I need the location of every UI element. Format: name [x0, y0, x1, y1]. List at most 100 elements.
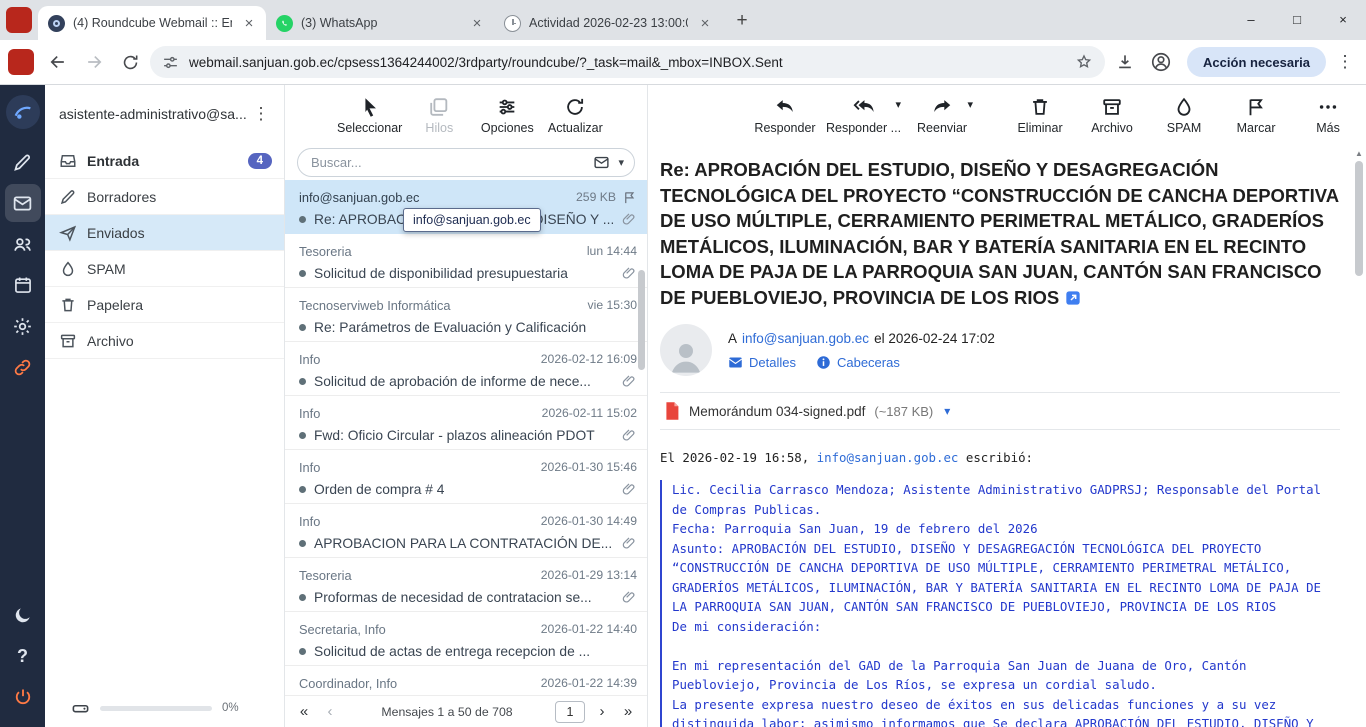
- back-button[interactable]: [42, 46, 74, 78]
- forward-button[interactable]: ▾ Reenviar: [911, 96, 973, 135]
- attachment-paperclip-icon: [621, 535, 637, 551]
- list-scrollbar[interactable]: [638, 270, 645, 370]
- reply-button[interactable]: Responder: [754, 96, 816, 135]
- more-button[interactable]: Más: [1297, 96, 1359, 135]
- message-row[interactable]: Info 2026-01-30 14:49 APROBACION PARA LA…: [285, 504, 647, 558]
- attachment-menu-caret-icon[interactable]: ▾: [944, 404, 950, 418]
- threads-label: Hilos: [425, 121, 453, 135]
- dark-mode-toggle[interactable]: [5, 596, 41, 634]
- external-link-icon[interactable]: [1065, 290, 1081, 306]
- details-link[interactable]: Detalles: [728, 355, 796, 370]
- folder-trash[interactable]: Papelera: [45, 287, 284, 323]
- site-settings-icon[interactable]: [162, 54, 179, 71]
- mail-nav-button[interactable]: [5, 184, 41, 222]
- folder-label: SPAM: [87, 261, 126, 277]
- options-button[interactable]: Opciones: [476, 96, 538, 135]
- quote-intro-email[interactable]: info@sanjuan.gob.ec: [817, 450, 959, 465]
- message-row[interactable]: Info 2026-01-30 15:46 Orden de compra # …: [285, 450, 647, 504]
- logout-button[interactable]: [5, 678, 41, 716]
- tab-whatsapp[interactable]: (3) WhatsApp ×: [266, 6, 494, 40]
- search-scope-caret-icon[interactable]: ▾: [618, 156, 624, 169]
- message-row[interactable]: Tesoreria lun 14:44 Solicitud de disponi…: [285, 234, 647, 288]
- contacts-nav-button[interactable]: [5, 225, 41, 263]
- page-number-input[interactable]: [555, 701, 585, 723]
- first-page-button[interactable]: «: [295, 703, 313, 720]
- attachment-row[interactable]: Memorándum 034-signed.pdf (~187 KB) ▾: [660, 392, 1340, 430]
- address-bar[interactable]: webmail.sanjuan.gob.ec/cpsess1364244002/…: [150, 46, 1105, 78]
- folder-spam[interactable]: SPAM: [45, 251, 284, 287]
- mail-scrollbar[interactable]: ▲: [1353, 147, 1365, 727]
- archive-button[interactable]: Archivo: [1081, 96, 1143, 135]
- webmail-logo: [6, 95, 40, 129]
- threads-button[interactable]: Hilos: [408, 96, 470, 135]
- calendar-nav-button[interactable]: [5, 266, 41, 304]
- message-row[interactable]: Secretaria, Info 2026-01-22 14:40 Solici…: [285, 612, 647, 666]
- url-text[interactable]: webmail.sanjuan.gob.ec/cpsess1364244002/…: [189, 55, 1065, 70]
- bookmark-star-icon[interactable]: [1075, 53, 1093, 71]
- next-page-button[interactable]: ›: [593, 703, 611, 720]
- tab-close-icon[interactable]: ×: [468, 15, 486, 32]
- message-status-dot[interactable]: [299, 540, 306, 547]
- message-status-dot[interactable]: [299, 594, 306, 601]
- flag-icon[interactable]: [622, 190, 637, 205]
- search-scope-mail-icon[interactable]: [593, 154, 610, 171]
- delete-button[interactable]: Eliminar: [1009, 96, 1071, 135]
- prev-page-button[interactable]: ‹: [321, 703, 339, 720]
- headers-link[interactable]: Cabeceras: [816, 355, 900, 370]
- search-input[interactable]: [311, 155, 585, 170]
- tab-close-icon[interactable]: ×: [240, 15, 258, 32]
- folder-archive[interactable]: Archivo: [45, 323, 284, 359]
- profile-button[interactable]: [1145, 46, 1177, 78]
- message-status-dot[interactable]: [299, 432, 306, 439]
- quota-meter: 0%: [45, 689, 284, 727]
- message-status-dot[interactable]: [299, 648, 306, 655]
- message-row[interactable]: Info 2026-02-12 16:09 Solicitud de aprob…: [285, 342, 647, 396]
- settings-nav-button[interactable]: [5, 307, 41, 345]
- tab-roundcube[interactable]: (4) Roundcube Webmail :: Envia ×: [38, 6, 266, 40]
- recipient-link[interactable]: info@sanjuan.gob.ec: [742, 331, 869, 346]
- message-status-dot[interactable]: [299, 378, 306, 385]
- tab-close-icon[interactable]: ×: [696, 15, 714, 32]
- scroll-up-arrow-icon[interactable]: ▲: [1355, 149, 1363, 158]
- message-subject: APROBACION PARA LA CONTRATACIÓN DE...: [314, 536, 613, 551]
- compose-button[interactable]: [5, 143, 41, 181]
- inbox-icon: [59, 152, 77, 170]
- tab-actividad[interactable]: Actividad 2026-02-23 13:00:00 ×: [494, 6, 722, 40]
- folder-options-button[interactable]: ⋮: [248, 104, 274, 124]
- mail-scrollbar-thumb[interactable]: [1355, 161, 1363, 276]
- message-status-dot[interactable]: [299, 324, 306, 331]
- minimize-button[interactable]: –: [1228, 0, 1274, 38]
- message-row[interactable]: Tesoreria 2026-01-29 13:14 Proformas de …: [285, 558, 647, 612]
- message-row[interactable]: Info 2026-02-11 15:02 Fwd: Oficio Circul…: [285, 396, 647, 450]
- message-status-dot[interactable]: [299, 486, 306, 493]
- new-tab-button[interactable]: +: [728, 7, 756, 35]
- spam-button[interactable]: SPAM: [1153, 96, 1215, 135]
- search-box[interactable]: ▾: [297, 148, 635, 177]
- reply-all-button[interactable]: ▾ Responder ...: [826, 96, 901, 135]
- action-required-button[interactable]: Acción necesaria: [1187, 47, 1326, 77]
- mail-subject-text: Re: APROBACIÓN DEL ESTUDIO, DISEÑO Y DES…: [660, 159, 1338, 308]
- browser-menu-button[interactable]: ⋮: [1332, 52, 1358, 72]
- message-status-dot[interactable]: [299, 216, 306, 223]
- folder-drafts[interactable]: Borradores: [45, 179, 284, 215]
- close-window-button[interactable]: ×: [1320, 0, 1366, 38]
- help-button[interactable]: ?: [5, 637, 41, 675]
- downloads-button[interactable]: [1109, 46, 1141, 78]
- cpanel-link-icon[interactable]: [5, 348, 41, 386]
- maximize-button[interactable]: □: [1274, 0, 1320, 38]
- window-controls: – □ ×: [1228, 0, 1366, 38]
- last-page-button[interactable]: »: [619, 703, 637, 720]
- mark-button[interactable]: Marcar: [1225, 96, 1287, 135]
- reply-all-caret-icon[interactable]: ▾: [896, 98, 902, 111]
- forward-caret-icon[interactable]: ▾: [968, 98, 974, 111]
- folder-inbox[interactable]: Entrada 4: [45, 143, 284, 179]
- message-row[interactable]: Coordinador, Info 2026-01-22 14:39: [285, 666, 647, 695]
- select-button[interactable]: Seleccionar: [337, 96, 402, 135]
- message-row[interactable]: Tecnoserviweb Informática vie 15:30 Re: …: [285, 288, 647, 342]
- attachment-name[interactable]: Memorándum 034-signed.pdf: [689, 404, 865, 419]
- reload-button[interactable]: [114, 46, 146, 78]
- message-status-dot[interactable]: [299, 270, 306, 277]
- folder-sent[interactable]: Enviados: [45, 215, 284, 251]
- refresh-button[interactable]: Actualizar: [544, 96, 606, 135]
- forward-button[interactable]: [78, 46, 110, 78]
